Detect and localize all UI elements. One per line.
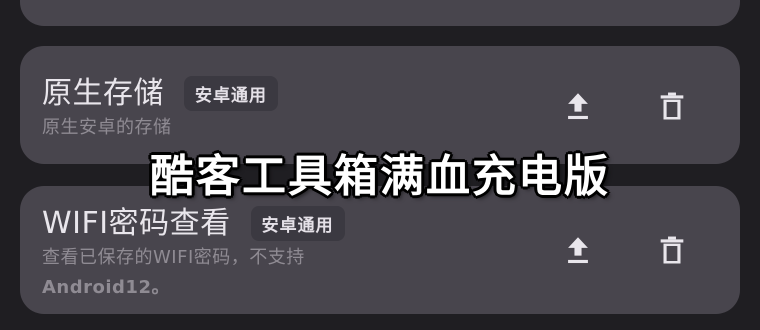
card-description-line-2: Android12。	[42, 277, 170, 298]
compat-badge: 安卓通用	[184, 76, 278, 111]
tool-card-native-storage[interactable]: 原生存储 安卓通用 原生安卓的存储	[20, 46, 740, 164]
card-header: WIFI密码查看 安卓通用	[42, 206, 345, 241]
tool-list-screen: 原生存储 安卓通用 原生安卓的存储 WIFI密码查看 安卓通用 查看已保存的WI…	[0, 0, 760, 330]
card-title: WIFI密码查看	[42, 205, 231, 241]
delete-button[interactable]	[650, 84, 694, 128]
card-description: 原生安卓的存储	[42, 117, 172, 138]
upload-icon	[568, 93, 588, 120]
tool-card-partial[interactable]	[20, 0, 740, 26]
trash-icon	[660, 92, 684, 120]
upload-button[interactable]	[556, 228, 600, 272]
card-title: 原生存储	[42, 75, 164, 111]
card-description-line-1: 查看已保存的WIFI密码，不支持	[42, 247, 305, 268]
card-header: 原生存储 安卓通用	[42, 76, 278, 111]
tool-card-wifi-password[interactable]: WIFI密码查看 安卓通用 查看已保存的WIFI密码，不支持 Android12…	[20, 186, 740, 314]
upload-button[interactable]	[556, 84, 600, 128]
upload-icon	[568, 237, 588, 264]
trash-icon	[660, 236, 684, 264]
delete-button[interactable]	[650, 228, 694, 272]
compat-badge: 安卓通用	[250, 206, 345, 241]
